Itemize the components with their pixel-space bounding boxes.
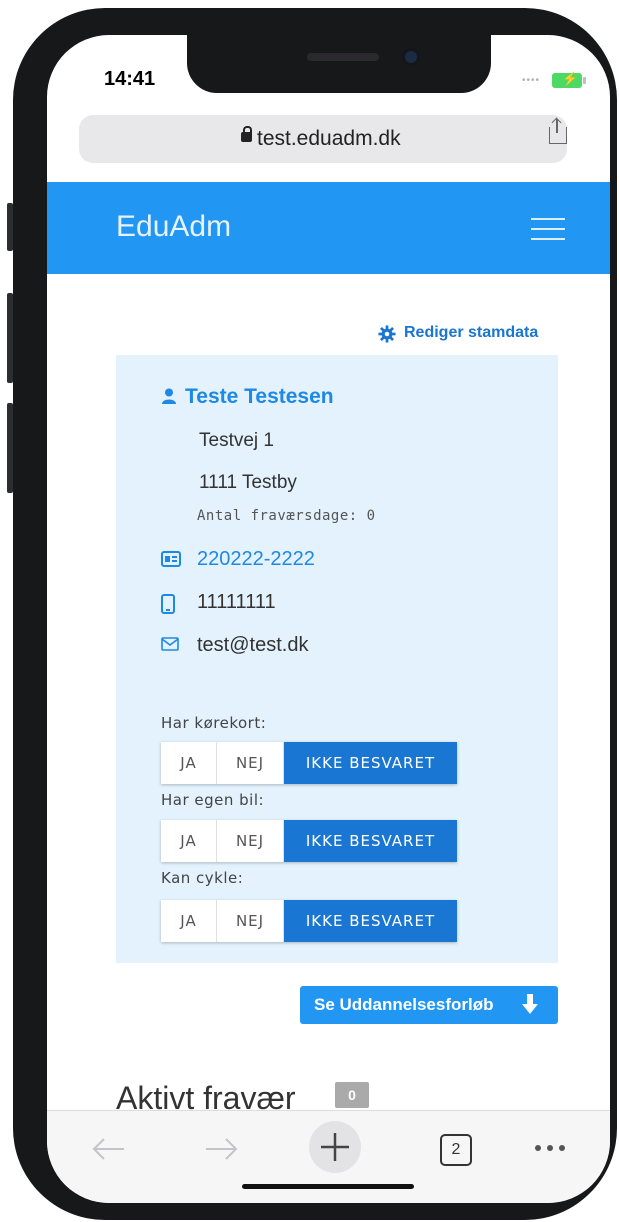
option-ikke-besvaret[interactable]: IKKE BESVARET bbox=[284, 900, 457, 942]
back-arrow-icon[interactable] bbox=[91, 1137, 125, 1161]
url-text[interactable]: test.eduadm.dk bbox=[257, 127, 401, 151]
option-ja[interactable]: JA bbox=[161, 820, 217, 862]
status-time: 14:41 bbox=[104, 68, 156, 90]
speaker bbox=[307, 53, 379, 61]
option-ja[interactable]: JA bbox=[161, 900, 217, 942]
toggle-can-cycle: JA NEJ IKKE BESVARET bbox=[161, 900, 457, 942]
question-label-drivers-license: Har kørekort: bbox=[161, 714, 267, 732]
profile-card: Teste Testesen Testvej 1 1111 Testby Ant… bbox=[116, 355, 558, 963]
cpr-number[interactable]: 220222-2222 bbox=[197, 548, 315, 571]
home-indicator[interactable] bbox=[242, 1184, 414, 1189]
id-card-icon bbox=[161, 551, 181, 567]
mute-switch bbox=[7, 203, 13, 251]
envelope-icon bbox=[161, 637, 179, 651]
phone-frame: 14:41 •••• ⚡ test.eduadm.dk EduAdm Redig… bbox=[7, 8, 617, 1220]
menu-icon[interactable] bbox=[531, 218, 565, 240]
toggle-own-car: JA NEJ IKKE BESVARET bbox=[161, 820, 457, 862]
phone-number: 11111111 bbox=[197, 591, 276, 613]
volume-up-button bbox=[7, 293, 13, 383]
mobile-phone-icon bbox=[161, 594, 175, 614]
volume-down-button bbox=[7, 403, 13, 493]
screen: 14:41 •••• ⚡ test.eduadm.dk EduAdm Redig… bbox=[47, 35, 610, 1203]
see-education-courses-button[interactable]: Se Uddannelsesforløb bbox=[300, 986, 558, 1024]
more-options-icon[interactable] bbox=[533, 1143, 567, 1153]
arrow-down-icon bbox=[522, 994, 538, 1014]
option-nej[interactable]: NEJ bbox=[217, 742, 284, 784]
email-address: test@test.dk bbox=[197, 634, 309, 656]
option-nej[interactable]: NEJ bbox=[217, 900, 284, 942]
edit-link-label[interactable]: Rediger stamdata bbox=[404, 324, 538, 342]
app-header: EduAdm bbox=[47, 182, 610, 274]
absence-days: Antal fraværsdage: 0 bbox=[197, 508, 376, 524]
question-label-own-car: Har egen bil: bbox=[161, 791, 265, 809]
city-address: 1111 Testby bbox=[199, 472, 297, 493]
gear-icon bbox=[378, 325, 396, 343]
lock-icon bbox=[241, 126, 252, 142]
battery-icon: ⚡ bbox=[552, 71, 586, 88]
toggle-drivers-license: JA NEJ IKKE BESVARET bbox=[161, 742, 457, 784]
profile-name[interactable]: Teste Testesen bbox=[185, 385, 334, 409]
app-title[interactable]: EduAdm bbox=[116, 210, 231, 244]
option-ikke-besvaret[interactable]: IKKE BESVARET bbox=[284, 742, 457, 784]
person-icon bbox=[162, 388, 176, 404]
option-nej[interactable]: NEJ bbox=[217, 820, 284, 862]
plus-icon bbox=[321, 1133, 349, 1161]
forward-arrow-icon[interactable] bbox=[205, 1137, 239, 1161]
signal-icon: •••• bbox=[522, 75, 541, 86]
tabs-button[interactable]: 2 bbox=[440, 1134, 472, 1166]
new-tab-button[interactable] bbox=[309, 1121, 361, 1173]
courses-button-label: Se Uddannelsesforløb bbox=[314, 995, 494, 1014]
front-camera bbox=[401, 47, 421, 67]
address-bar[interactable]: test.eduadm.dk bbox=[79, 115, 567, 163]
notch bbox=[187, 35, 491, 93]
charging-icon: ⚡ bbox=[562, 71, 579, 86]
street-address: Testvej 1 bbox=[199, 430, 274, 451]
option-ikke-besvaret[interactable]: IKKE BESVARET bbox=[284, 820, 457, 862]
share-icon[interactable] bbox=[549, 119, 567, 144]
absence-count-badge: 0 bbox=[335, 1082, 369, 1108]
option-ja[interactable]: JA bbox=[161, 742, 217, 784]
question-label-can-cycle: Kan cykle: bbox=[161, 869, 244, 887]
browser-toolbar: 2 bbox=[47, 1110, 610, 1203]
